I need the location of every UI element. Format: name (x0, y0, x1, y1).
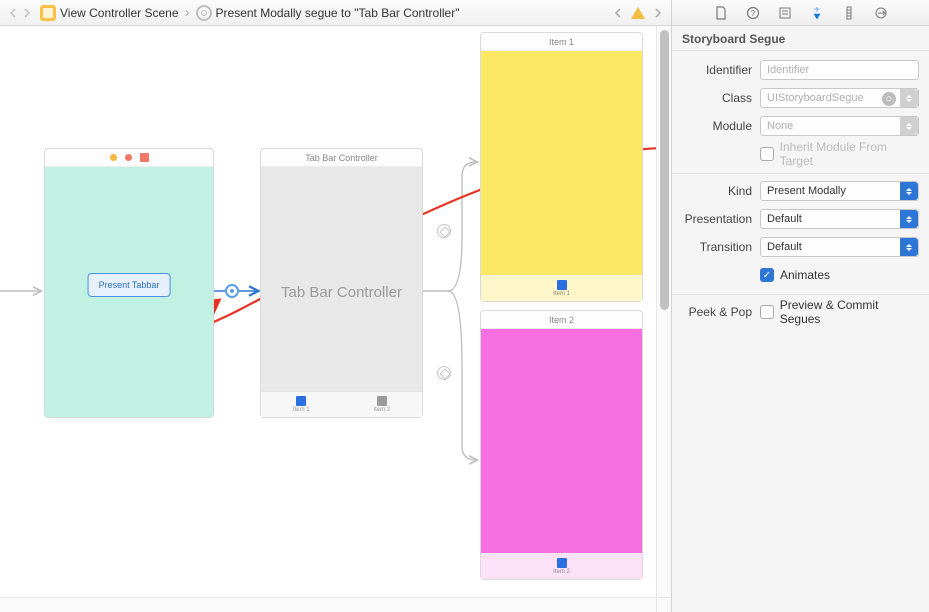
square-icon (377, 396, 387, 406)
horizontal-scrollbar[interactable] (0, 597, 656, 612)
chevron-right-icon: › (181, 4, 194, 21)
chevron-updown-icon (900, 89, 918, 107)
transition-value: Default (767, 241, 802, 253)
inherit-module-checkbox[interactable] (760, 147, 774, 161)
square-icon (557, 558, 567, 568)
storyboard-icon (40, 5, 56, 21)
size-inspector-tab[interactable] (841, 5, 857, 21)
segue-marker[interactable] (225, 284, 239, 298)
tab-bar: Item 2 (481, 553, 642, 579)
svg-text:?: ? (750, 9, 755, 18)
attributes-inspector-tab[interactable] (809, 5, 825, 21)
identity-inspector-tab[interactable] (777, 5, 793, 21)
presentation-value: Default (767, 213, 802, 225)
module-combobox[interactable]: None (760, 116, 919, 136)
clear-icon[interactable]: ○ (882, 92, 896, 106)
scene-title: Item 1 (481, 33, 642, 51)
view-body (481, 329, 642, 553)
next-item-button[interactable] (651, 6, 665, 20)
animates-label: Animates (780, 268, 830, 282)
tbc-placeholder-text: Tab Bar Controller (281, 284, 402, 301)
breadcrumb-item-segue[interactable]: Present Modally segue to "Tab Bar Contro… (194, 0, 462, 25)
label-class: Class (682, 91, 760, 105)
label-identifier: Identifier (682, 63, 760, 77)
jump-bar: View Controller Scene › Present Modally … (0, 0, 671, 26)
vertical-scrollbar[interactable] (656, 26, 671, 612)
kind-popup[interactable]: Present Modally (760, 181, 919, 201)
label-presentation: Presentation (682, 212, 760, 226)
view-body (481, 51, 642, 275)
file-inspector-tab[interactable] (713, 5, 729, 21)
tab-bar: Item 1 (481, 275, 642, 301)
chevron-updown-icon (900, 182, 918, 200)
segue-icon (196, 5, 212, 21)
square-icon (557, 280, 567, 290)
kind-value: Present Modally (767, 185, 846, 197)
chevron-updown-icon (900, 210, 918, 228)
connections-inspector-tab[interactable] (873, 5, 889, 21)
inspector-tab-bar: ? (672, 0, 929, 26)
tab-label: Item 1 (553, 291, 570, 297)
preview-commit-checkbox[interactable] (760, 305, 774, 319)
item1-scene[interactable]: Item 1 Item 1 (480, 32, 643, 302)
inspector-section-header: Storyboard Segue (672, 26, 929, 51)
breadcrumb-item-scene[interactable]: View Controller Scene (38, 0, 181, 25)
forward-history-button[interactable] (20, 6, 34, 20)
animates-checkbox[interactable]: ✓ (760, 268, 774, 282)
tab-item-1: Item 1 (261, 392, 342, 417)
present-tabbar-button[interactable]: Present Tabbar (88, 273, 171, 297)
class-value: UIStoryboardSegue (767, 92, 864, 104)
presentation-popup[interactable]: Default (760, 209, 919, 229)
module-value: None (767, 120, 793, 132)
separator (672, 173, 929, 174)
class-combobox[interactable]: UIStoryboardSegue ○ (760, 88, 919, 108)
inspector-form: Identifier Class UIStoryboardSegue ○ Mod… (672, 51, 929, 333)
breadcrumb-label: Present Modally segue to "Tab Bar Contro… (216, 6, 460, 20)
scroll-corner (656, 597, 671, 612)
label-kind: Kind (682, 184, 760, 198)
label-module: Module (682, 119, 760, 133)
inherit-module-label: Inherit Module From Target (780, 140, 919, 168)
prev-item-button[interactable] (611, 6, 625, 20)
tab-item-2: Item 2 (342, 392, 423, 417)
tab-bar: Item 1 Item 2 (261, 391, 422, 417)
scene-title: Item 2 (481, 311, 642, 329)
warning-icon[interactable] (631, 7, 645, 19)
scrollbar-thumb[interactable] (660, 30, 669, 310)
relationship-segue-node[interactable] (437, 366, 451, 380)
storyboard-canvas[interactable]: Present Tabbar Tab Bar Controller Tab Ba… (0, 26, 671, 612)
identifier-field[interactable] (760, 60, 919, 80)
chevron-updown-icon (900, 117, 918, 135)
item2-scene[interactable]: Item 2 Item 2 (480, 310, 643, 580)
chevron-updown-icon (900, 238, 918, 256)
square-icon (296, 396, 306, 406)
label-transition: Transition (682, 240, 760, 254)
tab-label: Item 2 (553, 569, 570, 575)
view-controller-scene[interactable]: Present Tabbar (44, 148, 214, 418)
quick-help-tab[interactable]: ? (745, 5, 761, 21)
separator (672, 294, 929, 295)
breadcrumb-label: View Controller Scene (60, 6, 179, 20)
preview-commit-label: Preview & Commit Segues (780, 298, 919, 326)
label-peekpop: Peek & Pop (682, 305, 760, 319)
inspector-panel: ? Storyboard Segue Identifier Class UISt… (671, 0, 929, 612)
tab-bar-controller-scene[interactable]: Tab Bar Controller Tab Bar Controller It… (260, 148, 423, 418)
tab-label: Item 1 (293, 407, 310, 413)
back-history-button[interactable] (6, 6, 20, 20)
scene-title: Tab Bar Controller (261, 149, 422, 167)
tab-label: Item 2 (373, 407, 390, 413)
transition-popup[interactable]: Default (760, 237, 919, 257)
relationship-segue-node[interactable] (437, 224, 451, 238)
scene-titlebar (45, 149, 213, 167)
